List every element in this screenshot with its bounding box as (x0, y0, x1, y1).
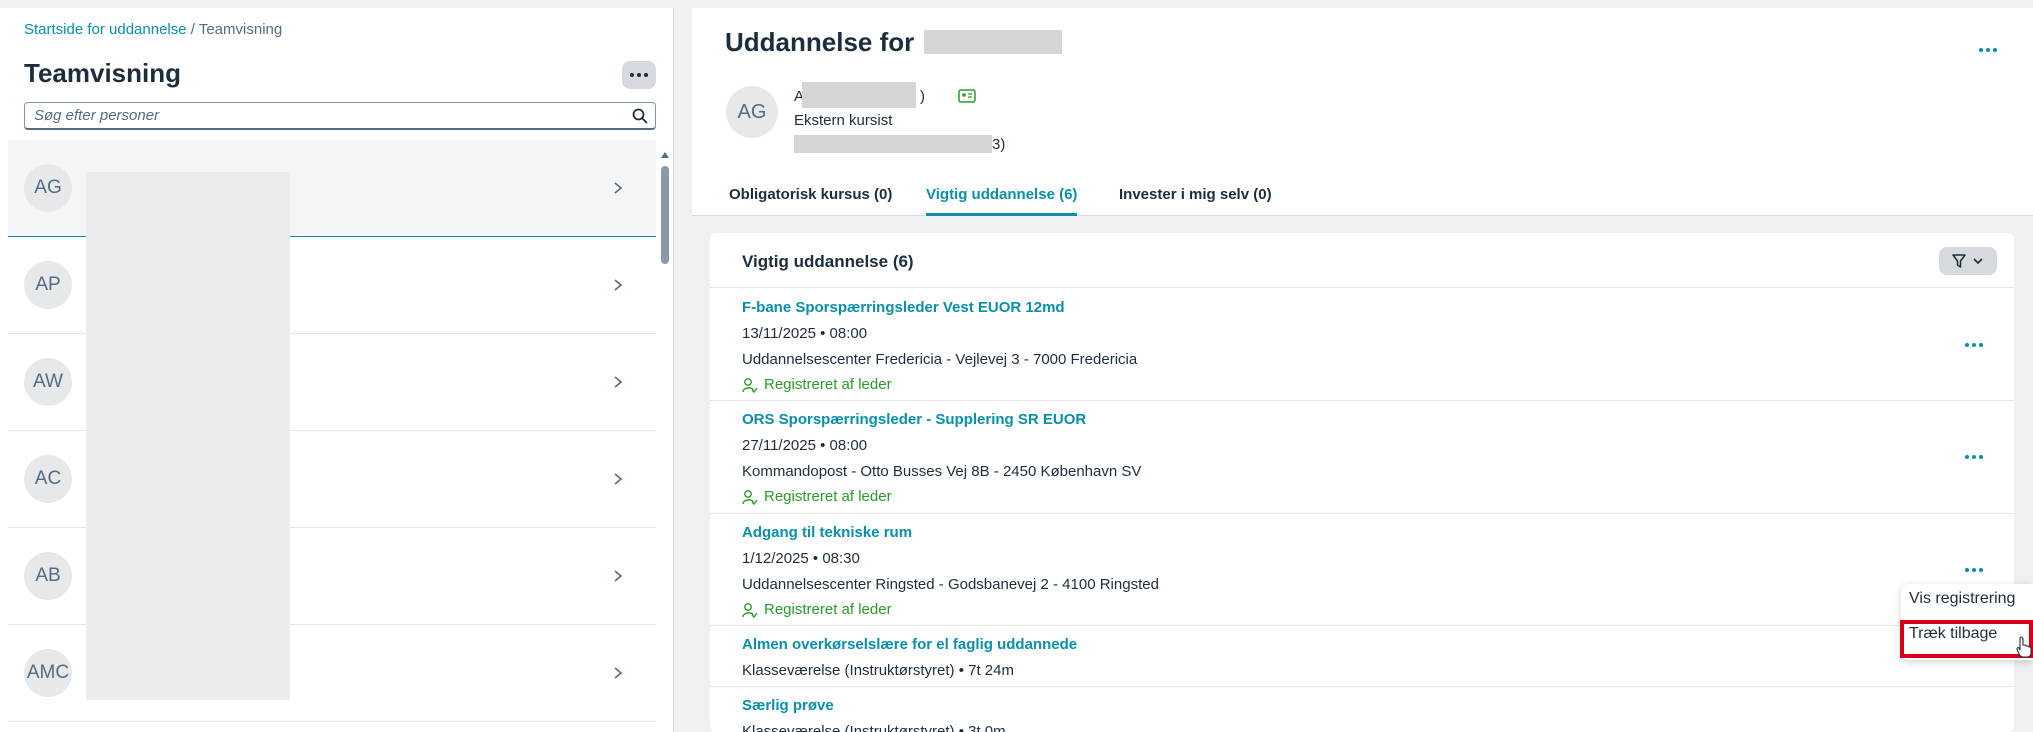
tab-bar: Obligatorisk kursus (0) Vigtig uddannels… (692, 178, 2033, 216)
course-date: 13/11/2025 • 08:00 (742, 325, 868, 342)
course-more-button[interactable] (1960, 446, 1988, 468)
team-more-button[interactable] (622, 61, 656, 89)
avatar: AP (24, 261, 72, 309)
breadcrumb-separator: / (186, 21, 199, 38)
course-title[interactable]: Almen overkørselslære for el faglig udda… (742, 636, 1077, 653)
course-title[interactable]: ORS Sporspærringsleder - Supplering SR E… (742, 411, 1086, 428)
breadcrumb-link-home[interactable]: Startside for uddannelse (24, 21, 187, 38)
page-title: Teamvisning (24, 58, 182, 88)
course-date: 1/12/2025 • 08:30 (742, 550, 860, 567)
tab-obligatorisk[interactable]: Obligatorisk kursus (0) (729, 186, 892, 213)
profile-name-suffix: ) (920, 88, 925, 105)
more-icon (1965, 568, 1983, 572)
profile-avatar: AG (726, 86, 778, 138)
id-card-icon[interactable] (958, 89, 976, 103)
more-icon (1979, 48, 1997, 52)
menu-item-vis-registrering[interactable]: Vis registrering (1909, 590, 2015, 608)
tab-vigtig[interactable]: Vigtig uddannelse (6) (926, 186, 1078, 216)
breadcrumb: Startside for uddannelse / Teamvisning (24, 21, 282, 38)
status-badge: Registreret af leder (742, 488, 892, 505)
profile-title: Uddannelse for (725, 27, 915, 57)
profile-more-button[interactable] (1973, 38, 2003, 62)
course-location: Uddannelsescenter Fredericia - Vejlevej … (742, 351, 1138, 368)
course-title[interactable]: Adgang til tekniske rum (742, 524, 912, 541)
team-panel: Startside for uddannelse / Teamvisning T… (0, 8, 674, 732)
profile-role: Ekstern kursist (794, 112, 893, 129)
redacted-name (924, 30, 1062, 54)
more-icon (1965, 343, 1983, 347)
breadcrumb-current: Teamvisning (198, 21, 283, 38)
status-text: Registreret af leder (764, 601, 892, 618)
chevron-right-icon (614, 279, 623, 291)
scrollbar[interactable] (660, 148, 670, 732)
hand-cursor-icon (2016, 636, 2032, 658)
card-header: Vigtig uddannelse (6) (710, 233, 2014, 288)
redacted-name (802, 82, 916, 108)
person-check-icon (742, 377, 758, 393)
list-item: ORS Sporspærringsleder - Supplering SR E… (710, 401, 2014, 514)
search-field[interactable] (24, 102, 656, 130)
course-card: Vigtig uddannelse (6) F-bane Sporspærrin… (710, 233, 2014, 732)
more-icon (630, 73, 648, 77)
person-check-icon (742, 489, 758, 505)
redacted-info (794, 135, 992, 153)
list-item: Særlig prøve Klasseværelse (Instruktørst… (710, 687, 2014, 732)
avatar: AG (24, 164, 72, 212)
profile-info-suffix: 3) (992, 136, 1006, 153)
list-item: Almen overkørselslære for el faglig udda… (710, 626, 2014, 687)
course-info: Klasseværelse (Instruktørstyret) • 3t 0m (742, 723, 1006, 732)
more-icon (1965, 455, 1983, 459)
filter-button[interactable] (1939, 247, 1997, 275)
course-date: 27/11/2025 • 08:00 (742, 437, 868, 454)
status-badge: Registreret af leder (742, 601, 892, 618)
avatar: AMC (24, 649, 72, 697)
search-input[interactable] (25, 103, 625, 128)
course-title[interactable]: Særlig prøve (742, 697, 834, 714)
status-text: Registreret af leder (764, 488, 892, 505)
person-check-icon (742, 602, 758, 618)
list-item: Adgang til tekniske rum 1/12/2025 • 08:3… (710, 514, 2014, 626)
course-location: Kommandopost - Otto Busses Vej 8B - 2450… (742, 463, 1142, 480)
section-title: Vigtig uddannelse (6) (742, 252, 914, 271)
chevron-right-icon (614, 473, 623, 485)
chevron-right-icon (614, 570, 623, 582)
highlight-box (1900, 620, 2033, 658)
list-item: F-bane Sporspærringsleder Vest EUOR 12md… (710, 289, 2014, 401)
chevron-right-icon (614, 667, 623, 679)
tab-invester[interactable]: Invester i mig selv (0) (1119, 186, 1272, 213)
avatar: AC (24, 455, 72, 503)
scrollbar-thumb[interactable] (661, 166, 669, 264)
avatar: AB (24, 552, 72, 600)
search-icon[interactable] (625, 103, 655, 129)
status-text: Registreret af leder (764, 376, 892, 393)
scroll-up-icon[interactable] (661, 152, 669, 158)
filter-icon (1952, 254, 1966, 268)
redacted-names (86, 172, 290, 700)
course-more-button[interactable] (1960, 559, 1988, 581)
avatar: AW (24, 358, 72, 406)
chevron-down-icon (1973, 258, 1983, 265)
profile-header: Uddannelse for AG A ) Ekstern kursist 3)… (692, 8, 2033, 216)
chevron-right-icon (614, 376, 623, 388)
status-badge: Registreret af leder (742, 376, 892, 393)
chevron-right-icon (614, 182, 623, 194)
course-location: Uddannelsescenter Ringsted - Godsbanevej… (742, 576, 1159, 593)
course-more-button[interactable] (1960, 334, 1988, 356)
course-title[interactable]: F-bane Sporspærringsleder Vest EUOR 12md (742, 299, 1065, 316)
course-info: Klasseværelse (Instruktørstyret) • 7t 24… (742, 662, 1014, 679)
